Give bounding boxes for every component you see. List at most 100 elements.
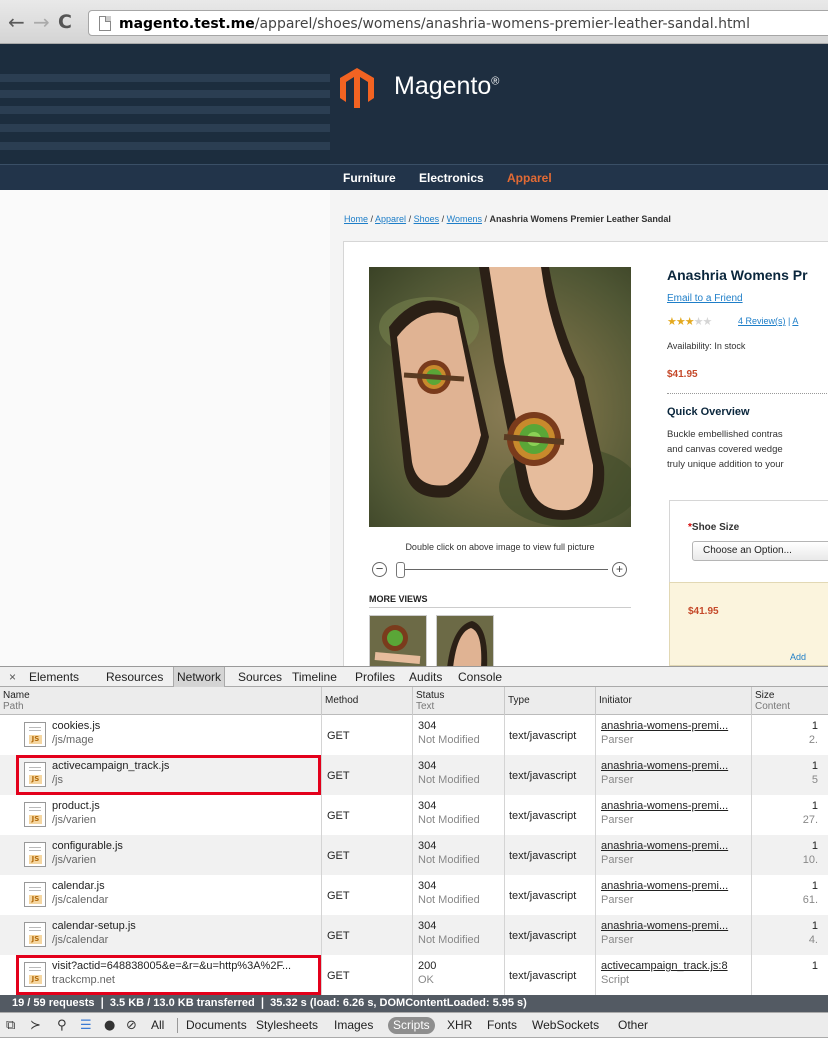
star-empty-icon: ★: [702, 315, 713, 328]
more-views-heading: MORE VIEWS: [369, 594, 631, 608]
table-row[interactable]: JS visit?actid=648838005&e=&r=&u=http%3A…: [0, 955, 828, 995]
request-path: /js/calendar: [52, 894, 109, 906]
magento-logo-icon[interactable]: [340, 68, 374, 108]
tab-elements[interactable]: Elements: [29, 670, 79, 684]
breadcrumb-womens[interactable]: Womens: [447, 214, 482, 224]
nav-apparel[interactable]: Apparel: [507, 171, 552, 185]
request-name: activecampaign_track.js: [52, 760, 170, 772]
request-status-text: Not Modified: [418, 894, 480, 906]
tab-sources[interactable]: Sources: [238, 670, 282, 684]
initiator-link[interactable]: anashria-womens-premi...: [601, 720, 728, 732]
breadcrumb-home[interactable]: Home: [344, 214, 368, 224]
request-status-cell: 304 Not Modified: [413, 755, 505, 795]
breadcrumb-shoes[interactable]: Shoes: [414, 214, 440, 224]
add-review-link[interactable]: A: [792, 316, 798, 326]
table-row[interactable]: JS activecampaign_track.js /js GET 304 No…: [0, 755, 828, 795]
request-content-size: 61.: [802, 894, 818, 906]
filter-stylesheets[interactable]: Stylesheets: [256, 1018, 318, 1032]
request-size: 1: [811, 800, 818, 812]
availability-status: Availability: In stock: [667, 341, 746, 351]
filter-images[interactable]: Images: [334, 1018, 373, 1032]
thumbnail-2[interactable]: [436, 615, 494, 666]
initiator-link[interactable]: anashria-womens-premi...: [601, 920, 728, 932]
request-size-cell: 1: [752, 955, 828, 995]
star-filled-icon: ★: [667, 315, 677, 328]
col-status[interactable]: Status Text: [413, 687, 505, 715]
table-row[interactable]: JS calendar-setup.js /js/calendar GET 30…: [0, 915, 828, 955]
dock-icon[interactable]: ⧉: [6, 1018, 15, 1033]
request-status-text: Not Modified: [418, 934, 480, 946]
table-row[interactable]: JS cookies.js /js/mage GET 304 Not Modifi…: [0, 715, 828, 755]
list-view-icon[interactable]: ☰: [80, 1018, 92, 1033]
tab-network[interactable]: Network: [173, 667, 226, 687]
console-drawer-icon[interactable]: ≻: [30, 1018, 41, 1033]
tab-audits[interactable]: Audits: [409, 670, 442, 684]
filter-other[interactable]: Other: [618, 1018, 648, 1032]
zoom-slider-handle[interactable]: [396, 562, 405, 578]
reviews-link[interactable]: 4 Review(s): [738, 316, 786, 326]
tab-console[interactable]: Console: [458, 670, 502, 684]
tab-resources[interactable]: Resources: [106, 670, 163, 684]
request-size-cell: 1 61.: [752, 875, 828, 915]
nav-furniture[interactable]: Furniture: [343, 171, 396, 185]
request-method: GET: [322, 915, 413, 955]
filter-xhr[interactable]: XHR: [447, 1018, 472, 1032]
initiator-link[interactable]: anashria-womens-premi...: [601, 800, 728, 812]
request-name-cell: JS cookies.js /js/mage: [0, 715, 322, 755]
add-label[interactable]: Add: [790, 652, 806, 662]
quick-overview-line: truly unique addition to your: [667, 459, 784, 470]
table-row[interactable]: JS product.js /js/varien GET 304 Not Modi…: [0, 795, 828, 835]
request-initiator-cell: anashria-womens-premi... Parser: [596, 715, 752, 755]
filter-websockets[interactable]: WebSockets: [532, 1018, 599, 1032]
initiator-link[interactable]: anashria-womens-premi...: [601, 760, 728, 772]
col-method[interactable]: Method: [322, 687, 413, 715]
request-status: 200: [418, 960, 437, 972]
request-status: 304: [418, 760, 437, 772]
site-nav: [0, 164, 828, 190]
forward-arrow-icon[interactable]: →: [33, 12, 50, 32]
zoom-in-icon[interactable]: +: [612, 562, 627, 577]
breadcrumb-apparel[interactable]: Apparel: [375, 214, 406, 224]
zoom-out-icon[interactable]: −: [372, 562, 387, 577]
request-type: text/javascript: [505, 755, 596, 795]
initiator-type: Parser: [601, 894, 634, 906]
zoom-slider-track[interactable]: [400, 569, 608, 570]
col-type[interactable]: Type: [505, 687, 596, 715]
reload-icon[interactable]: C: [58, 13, 72, 32]
product-title: Anashria Womens Pr: [667, 267, 808, 283]
rating-stars: ★★★★★: [667, 315, 713, 328]
thumbnail-1[interactable]: [369, 615, 427, 666]
close-icon[interactable]: ×: [9, 670, 16, 684]
filter-scripts[interactable]: Scripts: [388, 1017, 435, 1034]
clear-icon[interactable]: ⊘: [126, 1018, 137, 1033]
table-row[interactable]: JS calendar.js /js/calendar GET 304 Not M…: [0, 875, 828, 915]
shoe-size-select[interactable]: Choose an Option...: [692, 541, 828, 561]
nav-electronics[interactable]: Electronics: [419, 171, 484, 185]
col-size-label: Size: [755, 690, 775, 701]
page-viewport: Magento® Furniture Electronics Apparel H…: [0, 44, 828, 666]
tab-timeline[interactable]: Timeline: [292, 670, 337, 684]
filter-fonts[interactable]: Fonts: [487, 1018, 517, 1032]
back-arrow-icon[interactable]: ←: [8, 12, 25, 32]
table-row[interactable]: JS configurable.js /js/varien GET 304 Not…: [0, 835, 828, 875]
col-name[interactable]: Name Path: [0, 687, 322, 715]
initiator-link[interactable]: anashria-womens-premi...: [601, 840, 728, 852]
product-image[interactable]: [369, 267, 631, 527]
site-logo-text[interactable]: Magento®: [394, 72, 499, 101]
sandal-photo: [379, 267, 631, 527]
search-icon[interactable]: ⚲: [57, 1018, 67, 1033]
url-path: /apparel/shoes/womens/anashria-womens-pr…: [254, 16, 750, 32]
filter-all[interactable]: All: [151, 1018, 164, 1032]
col-size[interactable]: Size Content: [752, 687, 828, 715]
filter-documents[interactable]: Documents: [186, 1018, 247, 1032]
request-name: product.js: [52, 800, 100, 812]
col-initiator[interactable]: Initiator: [596, 687, 752, 715]
email-to-friend-link[interactable]: Email to a Friend: [667, 293, 743, 304]
tab-profiles[interactable]: Profiles: [355, 670, 395, 684]
request-path: /js/mage: [52, 734, 94, 746]
record-icon[interactable]: ●: [104, 1018, 115, 1033]
initiator-link[interactable]: activecampaign_track.js:8: [601, 960, 728, 972]
address-bar[interactable]: magento.test.me/apparel/shoes/womens/ana…: [88, 10, 828, 36]
request-path: /js/varien: [52, 854, 97, 866]
initiator-link[interactable]: anashria-womens-premi...: [601, 880, 728, 892]
